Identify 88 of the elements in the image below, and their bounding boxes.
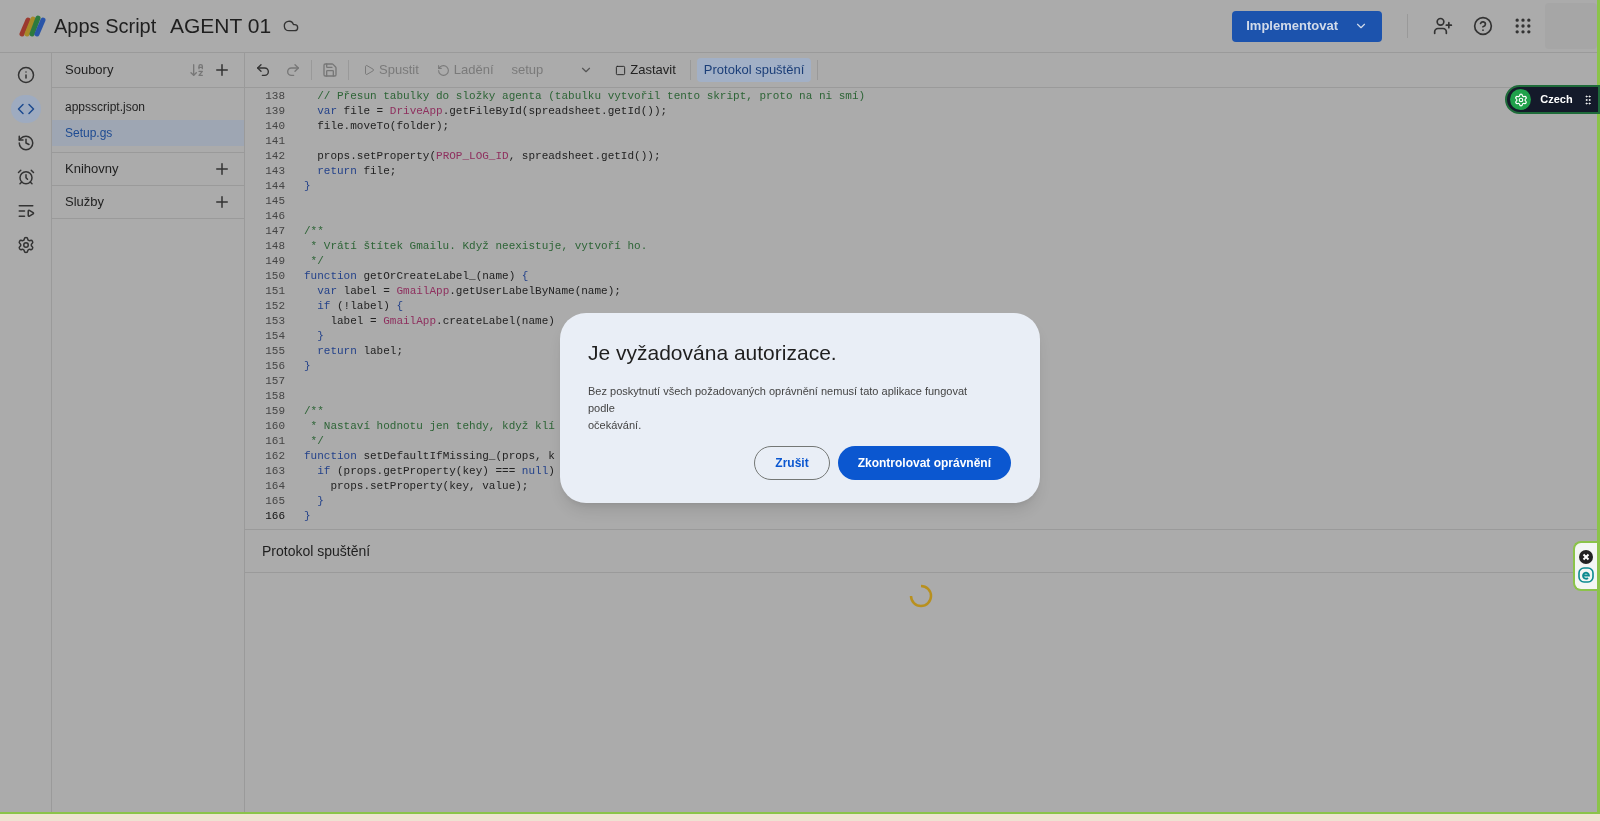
line-number: 148 [264, 239, 285, 254]
translator-widget[interactable]: Czech [1505, 85, 1600, 114]
undo-icon[interactable] [255, 62, 271, 78]
line-number: 145 [264, 194, 285, 209]
add-person-icon[interactable] [1433, 16, 1453, 36]
review-permissions-button[interactable]: Zkontrolovat oprávnění [837, 445, 1011, 480]
apps-script-logo-icon [18, 14, 46, 38]
code-line: function setDefaultIfMissing_(props, k [304, 449, 555, 464]
line-number: 165 [264, 494, 285, 509]
code-line: label = GmailApp.createLabel(name) [329, 314, 555, 329]
line-number: 154 [264, 329, 285, 344]
code-line: props.setProperty(key, value); [329, 479, 529, 494]
letter-e-logo-icon [1578, 566, 1594, 583]
cloud-icon [283, 18, 300, 34]
line-number: 140 [264, 119, 285, 134]
line-number: 160 [264, 419, 285, 434]
code-line: * Vrátí štítek Gmailu. Když neexistuje, vytvoří ho. [309, 239, 648, 254]
line-number: 155 [264, 344, 285, 359]
drag-handle-icon[interactable] [1582, 93, 1594, 106]
line-number: 152 [264, 299, 285, 314]
line-number: 159 [264, 404, 285, 419]
code-line: props.setProperty(PROP_LOG_ID, spreadsheet.getId()); [316, 149, 661, 164]
code-line: } [316, 329, 324, 344]
line-number: 139 [264, 104, 285, 119]
code-line: file.moveTo(folder); [316, 119, 450, 134]
code-line: } [316, 494, 324, 509]
code-line: // Přesun tabulky do složky agenta (tabulku vytvořil tento skript, proto na ni smí) [316, 89, 866, 104]
line-number: 143 [264, 164, 285, 179]
gear-icon [1513, 92, 1528, 107]
file-item[interactable]: appsscript.json [52, 94, 244, 120]
line-number: 142 [264, 149, 285, 164]
code-line: return file; [316, 164, 397, 179]
code-line: */ [309, 434, 324, 449]
section-heading[interactable]: Knihovny [65, 159, 213, 179]
app-name: Apps Script [54, 14, 157, 39]
line-number: 151 [264, 284, 285, 299]
help-icon[interactable] [1473, 16, 1493, 36]
code-line: */ [309, 254, 324, 269]
code-line: return label; [316, 344, 404, 359]
line-number: 162 [264, 449, 285, 464]
execution-log-button[interactable]: Protokol spuštění [696, 58, 812, 82]
code-line: function getOrCreateLabel_(name) { [304, 269, 529, 284]
line-number: 149 [264, 254, 285, 269]
file-item[interactable]: Setup.gs [52, 120, 244, 146]
line-number: 156 [264, 359, 285, 374]
line-number: 138 [264, 89, 285, 104]
stop-icon [615, 64, 627, 76]
code-line: if (!label) { [316, 299, 404, 314]
close-icon[interactable] [1579, 549, 1593, 564]
language-label: Czech [1539, 92, 1574, 108]
add-icon[interactable] [213, 61, 231, 79]
line-number: 144 [264, 179, 285, 194]
code-line: var label = GmailApp.getUserLabelByName(name); [316, 284, 621, 299]
add-icon[interactable] [213, 160, 231, 178]
project-title[interactable]: AGENT 01 [170, 10, 272, 42]
extension-tab[interactable] [1573, 541, 1597, 591]
line-number: 161 [264, 434, 285, 449]
code-line: if (props.getProperty(key) === null) [316, 464, 555, 479]
stop-button[interactable]: Zastavit [607, 60, 684, 80]
files-heading: Soubory [65, 61, 115, 80]
add-icon[interactable] [213, 193, 231, 211]
line-number: 146 [264, 209, 285, 224]
dialog-title: Je vyžadována autorizace. [588, 340, 838, 366]
code-line: /** [304, 224, 324, 239]
circular-arrow-icon [436, 63, 450, 77]
line-number: 141 [264, 134, 285, 149]
apps-grid-icon[interactable] [1513, 16, 1533, 36]
code-line: } [304, 179, 311, 194]
line-number: 147 [264, 224, 285, 239]
line-number: 164 [264, 479, 285, 494]
loading-spinner-icon [908, 583, 934, 609]
line-number: 158 [264, 389, 285, 404]
code-line: * Nastaví hodnotu jen tehdy, když klí [309, 419, 555, 434]
dialog-message: Bez poskytnutí všech požadovaných oprávnění nemusí tato aplikace fungovat podle očekávání. [588, 383, 969, 433]
code-icon[interactable] [10, 95, 41, 123]
code-line: /** [304, 404, 324, 419]
line-number: 150 [264, 269, 285, 284]
code-line: } [304, 359, 311, 374]
play-icon [363, 64, 375, 76]
panel-title: Protokol spuštění [262, 541, 371, 561]
line-number: 157 [264, 374, 285, 389]
line-number: 163 [264, 464, 285, 479]
code-line: var file = DriveApp.getFileById(spreadsheet.getId()); [316, 104, 668, 119]
line-number: 153 [264, 314, 285, 329]
section-heading[interactable]: Služby [65, 192, 213, 212]
deploy-button[interactable]: Implementovat [1232, 10, 1382, 42]
line-number: 166 [264, 509, 285, 524]
code-line: } [304, 509, 311, 524]
